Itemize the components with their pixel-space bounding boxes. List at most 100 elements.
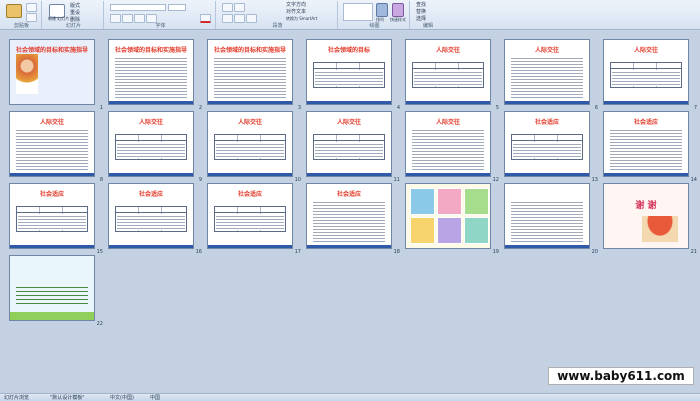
new-slide-button[interactable]: 新建 幻灯片	[48, 16, 69, 22]
slide-footer-band	[505, 173, 589, 176]
slide-number: 5	[495, 105, 499, 111]
slide-number: 8	[99, 177, 103, 183]
slide-footer-band	[307, 101, 391, 104]
slide-thumbnail[interactable]: 社会领域的目标和实施指导	[9, 39, 95, 105]
layout-button[interactable]: 版式	[70, 3, 80, 9]
slide-thumbnail[interactable]	[504, 183, 590, 249]
slide-thumbnail[interactable]: 社会适应	[9, 183, 95, 249]
font-color-icon[interactable]	[200, 14, 211, 23]
slide-thumbnail-wrapper: 人际交往 10	[207, 111, 301, 183]
slide-thumbnail[interactable]: 谢 谢	[603, 183, 689, 249]
slide-thumbnail[interactable]: 人际交往	[405, 111, 491, 177]
paste-icon[interactable]	[6, 4, 22, 18]
slide-title: 人际交往	[39, 119, 64, 126]
slide-footer-band	[604, 101, 688, 104]
reset-button[interactable]: 重设	[70, 10, 80, 16]
slide-title: 人际交往	[435, 47, 460, 54]
slide-footer-band	[109, 173, 193, 176]
font-name-select[interactable]	[110, 4, 166, 11]
align-right-icon[interactable]	[246, 14, 257, 23]
slide-footer-band	[208, 101, 292, 104]
slide-thumbnail[interactable]: 人际交往	[504, 39, 590, 105]
slide-thumbnail[interactable]: 社会适应	[603, 111, 689, 177]
slide-body-text	[16, 128, 88, 170]
cut-icon[interactable]	[26, 3, 37, 12]
shapes-gallery[interactable]	[343, 3, 373, 21]
slide-thumbnail[interactable]: 社会领域的目标和实施指导	[207, 39, 293, 105]
arrange-icon[interactable]	[376, 3, 388, 17]
picture-cell	[437, 217, 462, 244]
slide-number: 12	[492, 177, 499, 183]
slide-body-text	[115, 56, 187, 98]
slide-thumbnail-wrapper: 人际交往 6	[504, 39, 598, 111]
find-button[interactable]: 查找	[416, 2, 426, 8]
slide-thumbnail-wrapper: 20	[504, 183, 598, 255]
text-direction-button[interactable]: 文字方向	[286, 2, 306, 8]
slide-title: 人际交往	[534, 47, 559, 54]
slide-thumbnail[interactable]: 社会适应	[504, 111, 590, 177]
picture-cell	[464, 217, 489, 244]
slide-footer-band	[208, 173, 292, 176]
align-text-button[interactable]: 对齐文本	[286, 9, 306, 15]
slide-thumbnail[interactable]	[9, 255, 95, 321]
slide-footer-band	[505, 101, 589, 104]
slide-thumbnail-wrapper: 社会领域的目标和实施指导 3	[207, 39, 301, 111]
slide-thumbnail-wrapper: 社会领域的目标和实施指导 2	[108, 39, 202, 111]
slide-thumbnail-wrapper: 社会领域的目标 4	[306, 39, 400, 111]
select-button[interactable]: 选择	[416, 16, 426, 22]
slide-title: 社会适应	[39, 191, 64, 198]
bullets-icon[interactable]	[222, 3, 233, 12]
font-size-select[interactable]	[168, 4, 186, 11]
slide-thumbnail[interactable]: 人际交往	[9, 111, 95, 177]
slide-thumbnail-wrapper: 社会适应 18	[306, 183, 400, 255]
convert-smartart-button[interactable]: 转换为 SmartArt	[286, 16, 317, 22]
slide-thumbnail-wrapper: 人际交往 12	[405, 111, 499, 183]
slide-title: 社会适应	[336, 191, 361, 198]
slide-thumbnail[interactable]: 社会领域的目标和实施指导	[108, 39, 194, 105]
slide-thumbnail[interactable]: 社会适应	[306, 183, 392, 249]
grass-decoration	[10, 312, 94, 320]
ribbon-group-label: 绘图	[369, 23, 380, 29]
slide-title: 人际交往	[435, 119, 460, 126]
replace-button[interactable]: 替换	[416, 9, 426, 15]
slide-number: 19	[492, 249, 499, 255]
slide-body-text	[214, 56, 286, 98]
status-view: 幻灯片浏览	[4, 395, 30, 401]
align-left-icon[interactable]	[222, 14, 233, 23]
numbering-icon[interactable]	[234, 3, 245, 12]
slide-thumbnail-wrapper: 22	[9, 255, 103, 327]
slide-body-text	[511, 56, 583, 98]
slide-title: 人际交往	[633, 47, 658, 54]
slide-footer-band	[208, 245, 292, 248]
bold-icon[interactable]	[110, 14, 121, 23]
slide-thumbnail[interactable]: 人际交往	[306, 111, 392, 177]
ribbon-group-editing: 查找 替换 选择 编辑	[412, 1, 444, 29]
slide-thumbnail[interactable]: 人际交往	[207, 111, 293, 177]
slide-thumbnail[interactable]	[405, 183, 491, 249]
slide-title: 社会适应	[633, 119, 658, 126]
ribbon-group-label: 幻灯片	[65, 23, 81, 29]
slide-thumbnail[interactable]: 社会领域的目标	[306, 39, 392, 105]
slide-thumbnail[interactable]: 人际交往	[603, 39, 689, 105]
slide-thumbnail[interactable]: 社会适应	[207, 183, 293, 249]
slide-footer-band	[109, 245, 193, 248]
align-center-icon[interactable]	[234, 14, 245, 23]
slide-footer-band	[307, 173, 391, 176]
slide-thumbnail[interactable]: 社会适应	[108, 183, 194, 249]
slide-thumbnail-wrapper: 人际交往 5	[405, 39, 499, 111]
quick-styles-icon[interactable]	[392, 3, 404, 17]
slide-footer-band	[10, 173, 94, 176]
slide-thumbnail[interactable]: 人际交往	[108, 111, 194, 177]
copy-icon[interactable]	[26, 13, 37, 22]
strikethrough-icon[interactable]	[146, 14, 157, 23]
slide-number: 7	[693, 105, 697, 111]
slide-thumbnail[interactable]: 人际交往	[405, 39, 491, 105]
picture-cell	[437, 188, 462, 215]
picture-cell	[410, 217, 435, 244]
italic-icon[interactable]	[122, 14, 133, 23]
underline-icon[interactable]	[134, 14, 145, 23]
child-photo	[16, 54, 38, 94]
slide-title: 社会适应	[138, 191, 163, 198]
slide-number: 6	[594, 105, 598, 111]
slide-table-text	[315, 70, 383, 86]
